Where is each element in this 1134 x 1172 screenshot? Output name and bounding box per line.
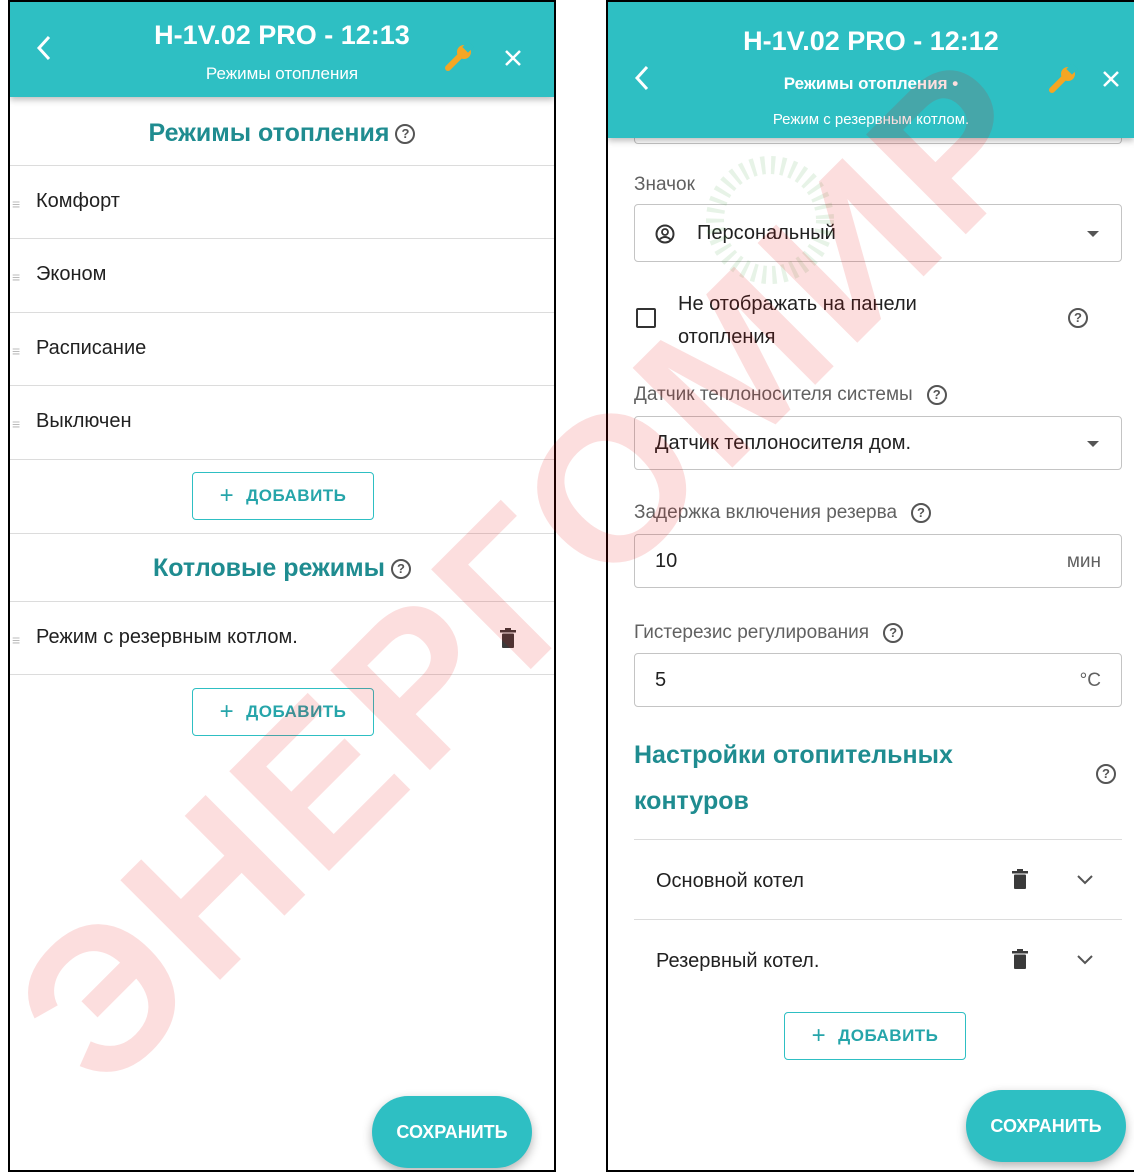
list-item[interactable]: ≡ Комфорт: [10, 166, 554, 238]
circuit-item-label: Основной котел: [656, 870, 804, 892]
list-item-label: Комфорт: [36, 190, 120, 212]
help-icon[interactable]: ?: [1096, 764, 1116, 784]
hide-on-panel-label: Не отображать на панели отопления: [678, 293, 917, 348]
sensor-field-label-text: Датчик теплоносителя системы: [634, 384, 913, 405]
help-icon[interactable]: ?: [1068, 308, 1088, 328]
plus-icon: +: [811, 1022, 827, 1049]
trash-icon[interactable]: [1012, 869, 1028, 889]
circuit-item-label: Резервный котел.: [656, 950, 820, 972]
add-heating-mode-button[interactable]: + ДОБАВИТЬ: [192, 472, 374, 520]
divider: [10, 674, 554, 675]
sensor-select-value: Датчик теплоносителя дом.: [655, 432, 912, 454]
right-screen: H-1V.02 PRO - 12:12 Режимы отопления • Р…: [606, 0, 1134, 1172]
header-subsubtitle: Режим с резервным котлом.: [772, 111, 970, 128]
add-boiler-mode-button[interactable]: + ДОБАВИТЬ: [192, 688, 374, 736]
divider: [10, 459, 554, 460]
help-icon[interactable]: ?: [883, 622, 904, 643]
delay-input[interactable]: 10 мин: [634, 534, 1122, 588]
help-icon[interactable]: ?: [391, 559, 411, 580]
dropdown-caret-icon: [1087, 441, 1099, 447]
drag-handle-icon[interactable]: ≡: [12, 416, 20, 432]
save-button[interactable]: СОХРАНИТЬ: [966, 1090, 1126, 1162]
add-button-label: ДОБАВИТЬ: [246, 702, 347, 721]
icon-select-value: Персональный: [697, 222, 836, 244]
chevron-down-icon[interactable]: [1076, 954, 1094, 966]
help-icon[interactable]: ?: [395, 124, 416, 145]
device-title: H-1V.02 PRO - 12:12: [743, 26, 999, 56]
hysteresis-field-label-text: Гистерезис регулирования: [634, 622, 870, 643]
hysteresis-field-label: Гистерезис регулирования?: [634, 622, 904, 644]
boiler-modes-title: Котловые режимы?: [10, 554, 554, 583]
sensor-select[interactable]: Датчик теплоносителя дом.: [634, 416, 1122, 470]
app-header: H-1V.02 PRO - 12:13 Режимы отопления: [10, 2, 554, 97]
delay-input-value: 10: [655, 550, 678, 572]
list-item-label: Режим с резервным котлом.: [36, 626, 298, 648]
add-button-label: ДОБАВИТЬ: [246, 486, 347, 505]
dropdown-caret-icon: [1087, 231, 1099, 237]
drag-handle-icon[interactable]: ≡: [12, 632, 20, 648]
heating-modes-title: Режимы отопления?: [10, 119, 554, 148]
app-header: H-1V.02 PRO - 12:12 Режимы отопления • Р…: [608, 2, 1134, 138]
heating-modes-title-text: Режимы отопления: [148, 119, 390, 147]
delay-unit: мин: [1066, 551, 1101, 572]
circuit-item[interactable]: Резервный котел.: [634, 920, 1122, 1000]
list-item[interactable]: ≡ Расписание: [10, 313, 554, 385]
drag-handle-icon[interactable]: ≡: [12, 343, 20, 359]
sensor-field-label: Датчик теплоносителя системы?: [634, 384, 947, 406]
list-item-label: Выключен: [36, 410, 132, 432]
divider: [10, 533, 554, 534]
help-icon[interactable]: ?: [911, 502, 932, 523]
chevron-down-icon[interactable]: [1076, 874, 1094, 886]
close-icon[interactable]: [1102, 70, 1120, 88]
header-subtitle-text: Режимы отопления: [783, 74, 948, 93]
delay-field-label-text: Задержка включения резерва: [634, 502, 898, 523]
trash-icon[interactable]: [1012, 949, 1028, 969]
wrench-icon[interactable]: [1048, 64, 1078, 94]
plus-icon: +: [219, 482, 235, 509]
boiler-modes-title-text: Котловые режимы: [153, 554, 385, 582]
list-item-label: Эконом: [36, 263, 107, 285]
circuit-item[interactable]: Основной котел: [634, 840, 1122, 920]
list-item[interactable]: ≡ Эконом: [10, 239, 554, 311]
drag-handle-icon[interactable]: ≡: [12, 196, 20, 212]
add-button-label: ДОБАВИТЬ: [838, 1026, 939, 1045]
hysteresis-unit: °C: [1079, 670, 1101, 691]
list-item[interactable]: ≡ Выключен: [10, 386, 554, 458]
help-icon[interactable]: ?: [926, 384, 947, 405]
close-icon[interactable]: [504, 49, 522, 67]
icon-select[interactable]: Персональный: [634, 204, 1122, 262]
list-item[interactable]: ≡ Режим с резервным котлом.: [10, 602, 554, 674]
add-circuit-button[interactable]: + ДОБАВИТЬ: [784, 1012, 966, 1060]
trash-icon[interactable]: [500, 628, 516, 648]
icon-field-label: Значок: [634, 174, 695, 195]
delay-field-label: Задержка включения резерва?: [634, 502, 932, 524]
hysteresis-input[interactable]: 5 °C: [634, 653, 1122, 707]
list-item-label: Расписание: [36, 337, 147, 359]
person-circle-icon: [655, 224, 675, 244]
wrench-icon[interactable]: [444, 42, 474, 72]
hysteresis-input-value: 5: [655, 669, 667, 691]
hide-on-panel-checkbox[interactable]: [636, 308, 656, 328]
save-button[interactable]: СОХРАНИТЬ: [372, 1096, 532, 1168]
left-screen: H-1V.02 PRO - 12:13 Режимы отопления Реж…: [8, 0, 556, 1172]
plus-icon: +: [219, 698, 235, 725]
drag-handle-icon[interactable]: ≡: [12, 269, 20, 285]
circuits-title: Настройки отопительных контуров: [634, 741, 953, 815]
